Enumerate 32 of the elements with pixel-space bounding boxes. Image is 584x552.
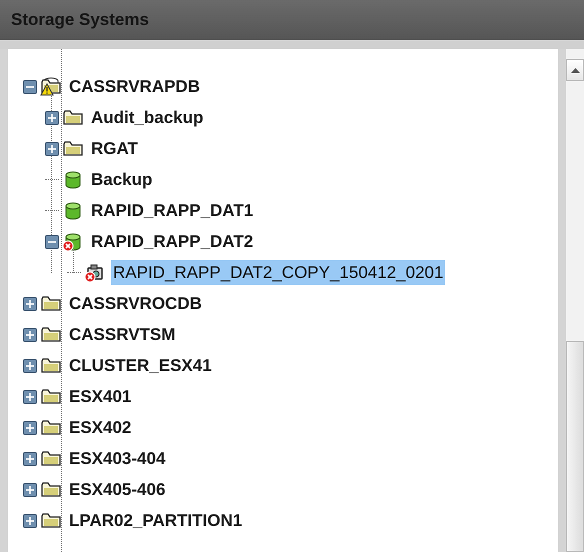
tree-item[interactable]: CASSRVROCDB (67, 290, 204, 316)
tree-item[interactable]: RAPID_RAPP_DAT2_COPY_150412_0201 (111, 260, 446, 286)
collapse-icon[interactable] (23, 80, 37, 94)
tree-item[interactable]: CASSRVTSM (67, 322, 178, 348)
expand-icon[interactable] (23, 482, 37, 496)
up-arrow-icon (570, 68, 580, 72)
tree-item[interactable]: RGAT (89, 136, 140, 162)
tree-item[interactable]: CLUSTER_ESX41 (67, 352, 214, 378)
tree-item[interactable]: Audit_backup (89, 104, 206, 130)
tree-item[interactable]: ESX402 (67, 414, 134, 440)
collapse-icon[interactable] (45, 234, 59, 248)
expand-icon[interactable] (23, 328, 37, 342)
expand-icon[interactable] (23, 514, 37, 528)
expand-icon[interactable] (23, 296, 37, 310)
tree-item[interactable]: RAPID_RAPP_DAT1 (89, 198, 256, 224)
panel-title: Storage Systems (11, 9, 149, 32)
tree-item[interactable]: CASSRVRAPDB (67, 74, 202, 100)
expand-icon[interactable] (45, 110, 59, 124)
expand-icon[interactable] (45, 142, 59, 156)
tree-item[interactable]: Backup (89, 166, 154, 192)
tree-item[interactable]: LPAR02_PARTITION1 (67, 508, 244, 534)
scroll-up-button[interactable] (566, 59, 584, 81)
scrollbar[interactable] (566, 49, 584, 552)
scroll-thumb[interactable] (566, 341, 584, 552)
tree-item[interactable]: ESX401 (67, 384, 134, 410)
tree-item[interactable]: RAPID_RAPP_DAT2 (89, 228, 256, 254)
tree-item[interactable]: ESX405-406 (67, 476, 168, 502)
expand-icon[interactable] (23, 420, 37, 434)
tree-item[interactable]: ESX403-404 (67, 446, 168, 472)
expand-icon[interactable] (23, 358, 37, 372)
expand-icon[interactable] (23, 390, 37, 404)
expand-icon[interactable] (23, 452, 37, 466)
